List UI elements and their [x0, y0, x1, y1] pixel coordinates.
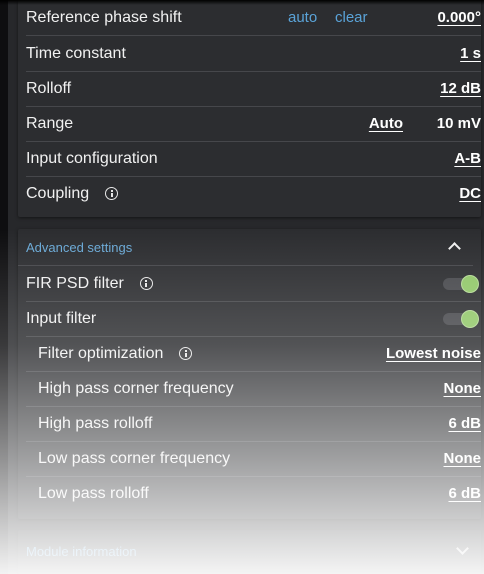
settings-card: Reference phase shift auto clear 0.000° … [18, 0, 481, 217]
rolloff-label: Rolloff [26, 79, 72, 97]
high-pass-rolloff-row: High pass rolloff 6 dB [26, 406, 481, 442]
filter-optimization-label: Filter optimization [38, 344, 164, 362]
input-filter-label: Input filter [26, 309, 97, 327]
filter-optimization-info-icon[interactable] [179, 347, 193, 360]
input-configuration-label: Input configuration [26, 149, 158, 167]
fir-psd-filter-row: FIR PSD filter [26, 266, 481, 302]
range-mode-value[interactable]: Auto [369, 115, 403, 132]
advanced-settings-title: Advanced settings [26, 239, 133, 255]
coupling-info-icon[interactable] [105, 187, 119, 200]
high-pass-rolloff-value[interactable]: 6 dB [448, 415, 481, 432]
high-pass-rolloff-label: High pass rolloff [38, 414, 153, 432]
auto-phase-button[interactable]: auto [288, 9, 317, 26]
input-filter-toggle[interactable] [441, 309, 481, 328]
low-pass-corner-row: Low pass corner frequency None [26, 441, 481, 477]
high-pass-corner-row: High pass corner frequency None [26, 371, 481, 407]
range-value: 10 mV [436, 115, 481, 132]
low-pass-corner-value[interactable]: None [444, 450, 482, 467]
high-pass-corner-label: High pass corner frequency [38, 379, 234, 397]
advanced-settings-header[interactable]: Advanced settings [18, 229, 473, 266]
coupling-value[interactable]: DC [459, 185, 481, 202]
coupling-label: Coupling [26, 184, 90, 202]
low-pass-corner-label: Low pass corner frequency [38, 449, 231, 467]
advanced-settings-card: Advanced settings FIR PSD filter Input f… [18, 229, 481, 519]
fir-psd-filter-toggle[interactable] [441, 274, 481, 293]
module-information-title: Module information [26, 544, 137, 559]
time-constant-row: Time constant 1 s [26, 36, 481, 72]
input-filter-row: Input filter [26, 301, 481, 337]
high-pass-corner-value[interactable]: None [444, 380, 482, 397]
range-label: Range [26, 114, 74, 132]
reference-phase-label: Reference phase shift [26, 8, 182, 26]
time-constant-value[interactable]: 1 s [460, 45, 481, 62]
fir-psd-filter-info-icon[interactable] [139, 277, 153, 290]
chevron-up-icon[interactable] [448, 242, 461, 255]
time-constant-label: Time constant [26, 44, 126, 62]
reference-phase-value[interactable]: 0.000° [437, 9, 481, 26]
coupling-row: Coupling DC [26, 176, 481, 211]
low-pass-rolloff-label: Low pass rolloff [38, 484, 149, 502]
top-shadow [0, 0, 484, 5]
low-pass-rolloff-row: Low pass rolloff 6 dB [26, 476, 481, 511]
filter-optimization-value[interactable]: Lowest noise [386, 345, 481, 362]
input-configuration-value[interactable]: A-B [454, 150, 481, 167]
module-information-card[interactable]: Module information [18, 530, 481, 574]
fir-psd-filter-label: FIR PSD filter [26, 274, 124, 292]
input-configuration-row: Input configuration A-B [26, 141, 481, 177]
chevron-down-icon[interactable] [456, 542, 469, 555]
range-row: Range Auto 10 mV [26, 106, 481, 142]
clear-phase-button[interactable]: clear [335, 9, 368, 26]
reference-phase-row: Reference phase shift auto clear 0.000° [26, 0, 481, 36]
rolloff-value[interactable]: 12 dB [440, 80, 481, 97]
low-pass-rolloff-value[interactable]: 6 dB [448, 485, 481, 502]
rolloff-row: Rolloff 12 dB [26, 71, 481, 107]
filter-optimization-row: Filter optimization Lowest noise [26, 336, 481, 372]
